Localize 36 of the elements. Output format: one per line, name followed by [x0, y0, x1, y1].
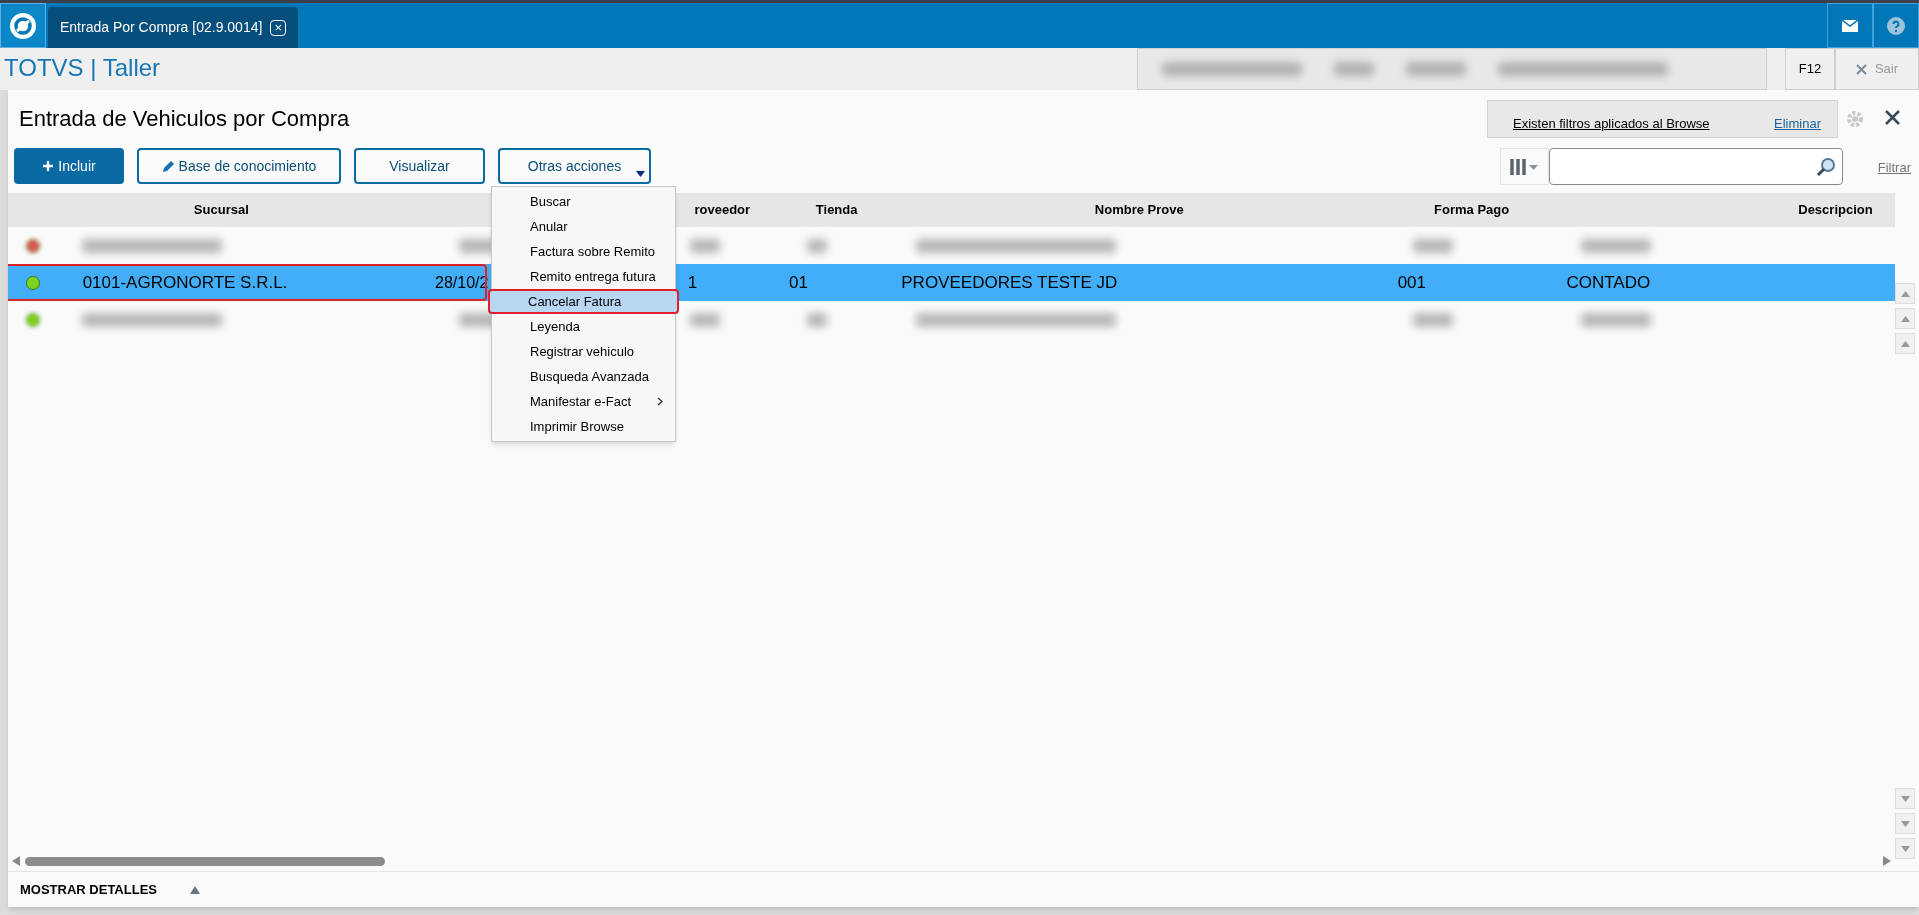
close-tab-button[interactable]: ×: [270, 19, 287, 36]
column-header[interactable]: Nombre Prove: [1094, 200, 1184, 220]
knowledge-base-button[interactable]: Base de conocimiento: [137, 148, 341, 184]
menu-item[interactable]: Anular: [492, 214, 675, 239]
tab[interactable]: Entrada Por Compra [02.9.0014] ×: [48, 7, 299, 48]
tab-title: Entrada Por Compra [02.9.0014]: [60, 18, 263, 37]
view-button[interactable]: Visualizar: [354, 148, 485, 184]
column-header[interactable]: Sucursal: [193, 200, 249, 220]
table-cell: PROVEEDORES TESTE JD: [901, 272, 1118, 292]
table-cell: 01: [789, 272, 808, 292]
filter-link[interactable]: Filtrar: [1877, 158, 1911, 178]
column-header[interactable]: Descripcion: [1798, 200, 1873, 220]
f12-button[interactable]: F12: [1785, 48, 1835, 90]
menu-item[interactable]: Remito entrega futura: [492, 264, 675, 289]
menu-item[interactable]: Imprimir Browse: [492, 414, 675, 439]
table-cell: 001: [1397, 272, 1427, 292]
table-cell: 0101-AGRONORTE S.R.L.: [82, 272, 288, 292]
remove-filter-link[interactable]: Eliminar: [1774, 113, 1821, 133]
menu-item[interactable]: Buscar: [492, 189, 675, 214]
table-cell: CONTADO: [1566, 272, 1651, 292]
include-button[interactable]: Incluir: [14, 148, 124, 184]
table-cell: 1: [687, 272, 698, 292]
menu-item[interactable]: Factura sobre Remito: [492, 239, 675, 264]
menu-item[interactable]: Cancelar Fatura: [488, 289, 679, 314]
page-title: Entrada de Vehiculos por Compra: [18, 105, 350, 133]
app-title: TOTVS | Taller: [3, 53, 161, 83]
other-actions-button[interactable]: Otras acciones: [498, 148, 651, 184]
menu-item[interactable]: Registrar vehiculo: [492, 339, 675, 364]
menu-item[interactable]: Manifestar e-Fact: [492, 389, 675, 414]
show-details-button[interactable]: MOSTRAR DETALLES: [20, 879, 157, 900]
menu-item[interactable]: Busqueda Avanzada: [492, 364, 675, 389]
column-header[interactable]: roveedor: [694, 200, 751, 220]
filter-notice-link[interactable]: Existen filtros aplicados al Browse: [1513, 113, 1710, 133]
column-header[interactable]: Tienda: [815, 200, 858, 220]
menu-item[interactable]: Leyenda: [492, 314, 675, 339]
column-header[interactable]: Forma Pago: [1434, 200, 1510, 220]
